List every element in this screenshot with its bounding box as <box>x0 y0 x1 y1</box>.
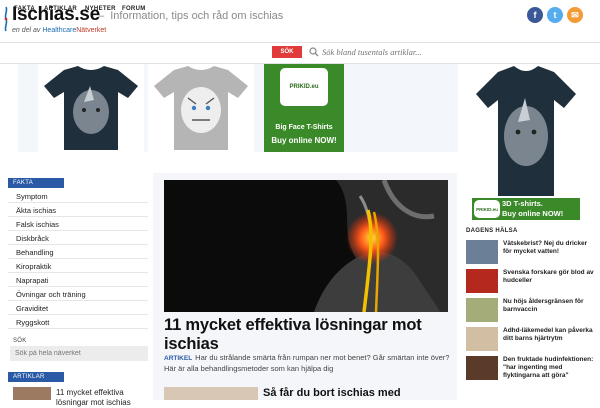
logo-spine-icon <box>4 6 8 32</box>
hip-pain-illustration <box>314 180 448 312</box>
news-item[interactable]: Adhd-läkemedel kan påverka ditt barns hj… <box>466 327 596 351</box>
hero-image[interactable] <box>164 180 448 312</box>
news-title[interactable]: Vätskebrist? Nej du dricker för mycket v… <box>503 240 597 256</box>
news-thumb <box>466 356 498 380</box>
sidebar-item-kiropraktik[interactable]: Kiropraktik <box>8 260 148 273</box>
news-title[interactable]: Svenska forskare gör blod av hudceller <box>503 269 597 285</box>
ad-tshirt-rhino[interactable] <box>38 64 144 152</box>
twitter-icon[interactable]: t <box>547 7 563 23</box>
sidebar-article-thumb[interactable] <box>13 387 51 400</box>
nav-nyheter[interactable]: NYHETER <box>85 5 116 13</box>
sidebar-search-input[interactable] <box>10 346 148 361</box>
sidebar-item-ryggskott[interactable]: Ryggskott <box>8 316 148 329</box>
news-thumb <box>466 269 498 293</box>
right-ad-logo: PRIKID.eu <box>474 200 500 218</box>
search-button[interactable]: SÖK <box>272 46 302 58</box>
nav-forum[interactable]: FORUM <box>122 5 146 13</box>
second-article-title[interactable]: Så får du bort ischias med <box>263 386 401 400</box>
right-ad-tshirt-icon <box>476 66 576 196</box>
network-healthcare: Healthcare <box>42 27 77 34</box>
news-thumb <box>466 327 498 351</box>
network-natverket: Nätverket <box>76 27 107 34</box>
ad-tshirt-tiger[interactable] <box>148 64 254 152</box>
nav-artiklar[interactable]: ARTIKLAR <box>44 5 77 13</box>
news-thumb <box>466 298 498 322</box>
news-title[interactable]: Den fruktade hudinfektionen: "har ingent… <box>503 356 597 380</box>
right-ad-line2: Buy online NOW! <box>502 209 564 218</box>
news-item[interactable]: Nu höjs åldersgränsen för barnvaccin <box>466 298 596 322</box>
article-excerpt: ARTIKEL Har du strålande smärta från rump… <box>164 353 450 374</box>
news-title[interactable]: Nu höjs åldersgränsen för barnvaccin <box>503 298 597 314</box>
sidebar-item-behandling[interactable]: Behandling <box>8 246 148 259</box>
news-title[interactable]: Adhd-läkemedel kan påverka ditt barns hj… <box>503 327 597 343</box>
news-item[interactable]: Den fruktade hudinfektionen: "har ingent… <box>466 356 596 380</box>
sidebar-fakta-header: FAKTA <box>8 178 64 188</box>
article-excerpt-text: Har du strålande smärta från rumpan ner … <box>164 353 450 373</box>
right-ad-line1: 3D T-shirts. <box>502 199 543 208</box>
sidebar-item-ovningar[interactable]: Övningar och träning <box>8 288 148 301</box>
prikid-logo: PRIKID.eu <box>280 68 328 106</box>
ad-line-big-face: Big Face T-Shirts <box>275 124 333 131</box>
sidebar-item-symptom[interactable]: Symptom <box>8 190 148 203</box>
nav-fakta[interactable]: FAKTA <box>14 5 35 13</box>
search-icon[interactable] <box>309 47 319 57</box>
sidebar-item-naprapati[interactable]: Naprapati <box>8 274 148 287</box>
sidebar-article-link[interactable]: 11 mycket effektiva lösningar mot ischia… <box>56 388 148 408</box>
article-headline[interactable]: 11 mycket effektiva lösningar mot ischia… <box>164 316 454 354</box>
tshirt-tiger-icon <box>154 66 248 150</box>
sidebar-item-falsk-ischias[interactable]: Falsk ischias <box>8 218 148 231</box>
sidebar-artiklar-header: ARTIKLAR <box>8 372 64 382</box>
sidebar-item-graviditet[interactable]: Graviditet <box>8 302 148 315</box>
second-article-thumb[interactable] <box>164 387 258 400</box>
news-item[interactable]: Svenska forskare gör blod av hudceller <box>466 269 596 293</box>
sidebar-item-diskbrack[interactable]: Diskbråck <box>8 232 148 245</box>
search-input[interactable] <box>322 45 502 59</box>
facebook-icon[interactable]: f <box>527 7 543 23</box>
tshirt-rhino-icon <box>44 66 138 150</box>
sidebar-item-akta-ischias[interactable]: Äkta ischias <box>8 204 148 217</box>
dagens-halsa-header: DAGENS HÄLSA <box>466 228 518 234</box>
sidebar-search-label: SÖK <box>13 338 27 344</box>
network-label[interactable]: en del av HealthcareNätverket <box>12 26 106 36</box>
mail-icon[interactable]: ✉ <box>567 7 583 23</box>
news-item[interactable]: Vätskebrist? Nej du dricker för mycket v… <box>466 240 596 264</box>
ad-line-buy-now: Buy online NOW! <box>271 136 337 145</box>
news-thumb <box>466 240 498 264</box>
network-prefix: en del av <box>12 27 41 34</box>
article-tag[interactable]: ARTIKEL <box>164 355 192 362</box>
